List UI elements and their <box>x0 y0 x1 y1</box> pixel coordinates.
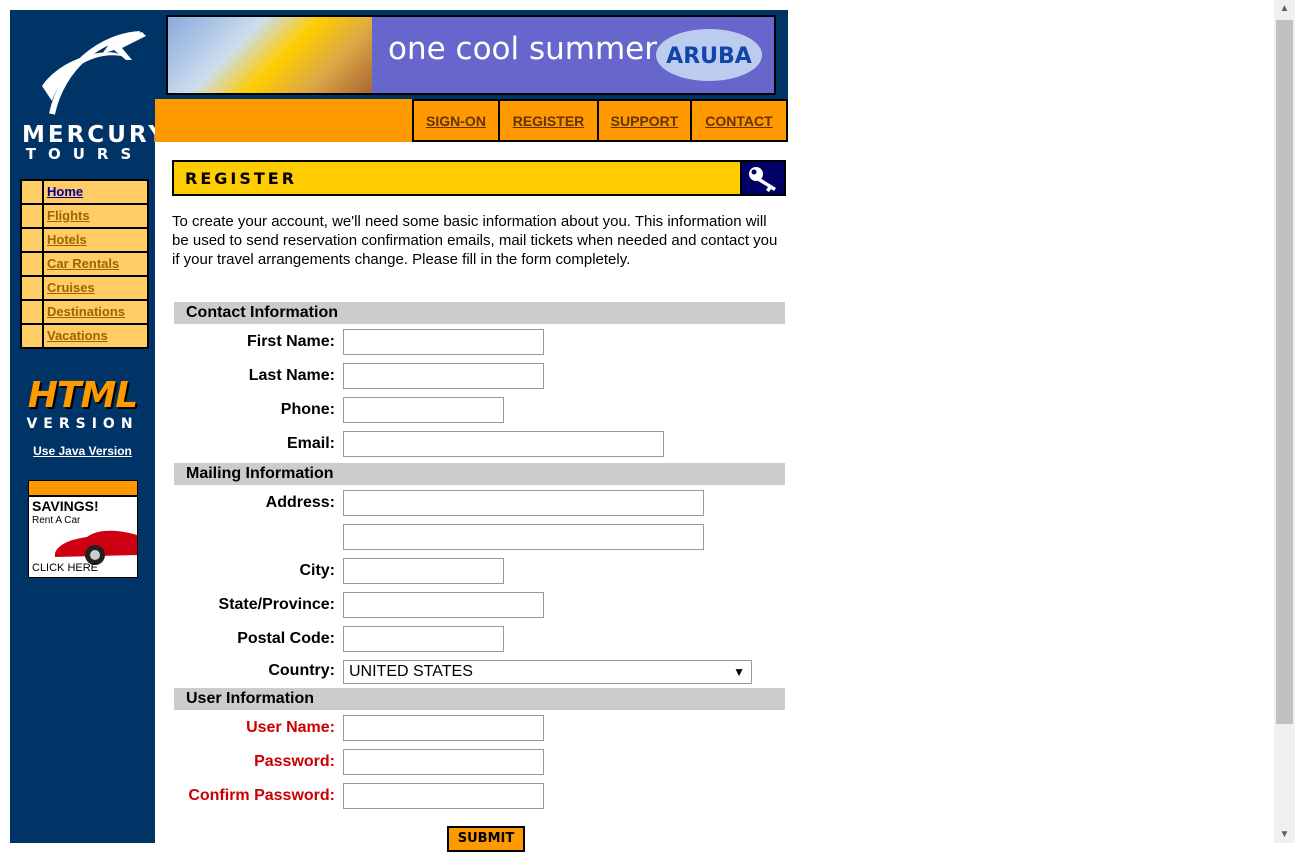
email-input[interactable] <box>343 431 664 457</box>
html-version-badge: HTML VERSION <box>25 375 140 433</box>
section-mailing-information: Mailing Information <box>174 463 785 485</box>
submit-button[interactable]: SUBMIT <box>447 826 525 852</box>
top-nav-signon[interactable]: SIGN-ON <box>412 99 498 142</box>
top-nav-link-register[interactable]: REGISTER <box>513 113 585 129</box>
promo-banner[interactable]: one cool summer ARUBA <box>166 15 776 95</box>
password-input[interactable] <box>343 749 544 775</box>
city-input[interactable] <box>343 558 504 584</box>
top-nav-register[interactable]: REGISTER <box>498 99 597 142</box>
page-title-bar: REGISTER <box>172 160 786 196</box>
ad-cta: CLICK HERE <box>32 562 99 574</box>
last-name-label: Last Name: <box>248 367 335 384</box>
state-input[interactable] <box>343 592 544 618</box>
first-name-label: First Name: <box>246 333 335 350</box>
intro-text: To create your account, we'll need some … <box>172 213 778 268</box>
section-user-information: User Information <box>174 688 785 710</box>
side-nav-item-vacations[interactable]: Vacations <box>22 325 147 347</box>
java-version-link[interactable]: Use Java Version <box>33 444 132 458</box>
side-nav-link-cruises[interactable]: Cruises <box>47 280 95 295</box>
dropdown-arrow-icon: ▼ <box>733 665 745 679</box>
side-nav: Home Flights Hotels Car Rentals Cruises … <box>20 179 149 349</box>
username-input[interactable] <box>343 715 544 741</box>
top-nav-link-signon[interactable]: SIGN-ON <box>426 113 486 129</box>
aruba-logo: ARUBA <box>656 29 762 81</box>
email-label: Email: <box>286 435 335 452</box>
first-name-input[interactable] <box>343 329 544 355</box>
side-nav-item-home[interactable]: Home <box>22 181 147 203</box>
address-line1-input[interactable] <box>343 490 704 516</box>
postal-code-label: Postal Code: <box>237 630 335 647</box>
side-nav-item-cruises[interactable]: Cruises <box>22 277 147 299</box>
scroll-down-arrow-icon[interactable]: ▼ <box>1274 829 1295 840</box>
top-nav-link-support[interactable]: SUPPORT <box>611 113 679 129</box>
scroll-thumb[interactable] <box>1276 20 1293 724</box>
banner-area: one cool summer ARUBA <box>155 10 788 99</box>
side-nav-item-hotels[interactable]: Hotels <box>22 229 147 251</box>
state-label: State/Province: <box>218 596 335 613</box>
side-nav-item-flights[interactable]: Flights <box>22 205 147 227</box>
top-nav: SIGN-ON REGISTER SUPPORT CONTACT <box>155 99 788 142</box>
section-contact-information: Contact Information <box>174 302 785 324</box>
airplane-logo-icon <box>42 31 146 115</box>
banner-text: one cool summer <box>388 31 657 67</box>
side-nav-link-car-rentals[interactable]: Car Rentals <box>47 256 119 271</box>
rent-a-car-ad[interactable]: SAVINGS! Rent A Car CLICK HERE <box>28 480 138 578</box>
vertical-scrollbar[interactable]: ▲ ▼ <box>1274 0 1295 843</box>
side-nav-item-car-rentals[interactable]: Car Rentals <box>22 253 147 275</box>
ad-headline: SAVINGS! <box>32 498 99 514</box>
address-line2-input[interactable] <box>343 524 704 550</box>
key-icon <box>742 162 784 194</box>
brand-name-line2: TOURS <box>25 145 144 163</box>
scroll-up-arrow-icon[interactable]: ▲ <box>1274 3 1295 14</box>
left-sidebar: MERCURY TOURS Home Flights Hotels Car Re… <box>10 10 165 843</box>
banner-photo <box>168 17 372 93</box>
side-nav-link-home[interactable]: Home <box>47 184 83 199</box>
phone-label: Phone: <box>280 401 335 418</box>
city-label: City: <box>299 562 335 579</box>
page-title: REGISTER <box>185 169 298 188</box>
java-version-link-wrap: Use Java Version <box>10 444 155 458</box>
side-nav-item-destinations[interactable]: Destinations <box>22 301 147 323</box>
top-nav-link-contact[interactable]: CONTACT <box>705 113 772 129</box>
phone-input[interactable] <box>343 397 504 423</box>
confirm-password-label: Confirm Password: <box>188 787 335 804</box>
page: MERCURY TOURS Home Flights Hotels Car Re… <box>10 10 788 852</box>
country-select[interactable]: UNITED STATES ▼ <box>343 660 752 684</box>
postal-code-input[interactable] <box>343 626 504 652</box>
country-selected-value: UNITED STATES <box>349 663 473 680</box>
mercury-tours-logo: MERCURY TOURS <box>22 26 165 163</box>
side-nav-link-vacations[interactable]: Vacations <box>47 328 108 343</box>
top-nav-contact[interactable]: CONTACT <box>690 99 788 142</box>
country-label: Country: <box>268 662 335 679</box>
last-name-input[interactable] <box>343 363 544 389</box>
username-label: User Name: <box>246 719 335 736</box>
side-nav-link-destinations[interactable]: Destinations <box>47 304 125 319</box>
address-label: Address: <box>265 494 335 511</box>
password-label: Password: <box>254 753 335 770</box>
confirm-password-input[interactable] <box>343 783 544 809</box>
side-nav-link-hotels[interactable]: Hotels <box>47 232 87 247</box>
html-badge-subtitle: VERSION <box>26 416 139 432</box>
side-nav-link-flights[interactable]: Flights <box>47 208 90 223</box>
html-badge-title: HTML <box>27 375 138 416</box>
top-nav-support[interactable]: SUPPORT <box>597 99 690 142</box>
car-icon <box>55 530 137 565</box>
